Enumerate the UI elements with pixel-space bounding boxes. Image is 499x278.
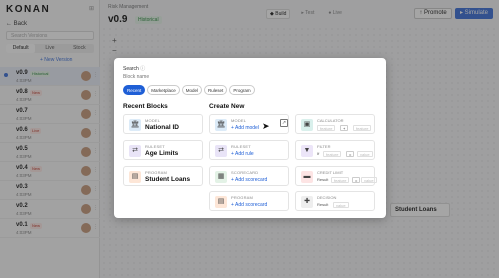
block-name: Student Loans — [145, 176, 191, 183]
recent-blocks-title: Recent Blocks — [123, 103, 168, 110]
block-kind: RULESET — [231, 144, 251, 149]
add-program-link[interactable]: + Add scorecard — [231, 202, 267, 208]
decision-icon: ✚ — [301, 196, 313, 208]
create-new-title: Create New — [209, 103, 245, 110]
create-filter-card[interactable]: ▼ FILTER If feature = value — [295, 140, 375, 160]
create-model-card[interactable]: 🏛 MODEL + Add model — [209, 114, 289, 134]
chip-program[interactable]: Program — [229, 85, 255, 95]
block-kind: PROGRAM — [231, 195, 254, 200]
operator-select[interactable]: + — [340, 125, 349, 131]
program-icon: ▤ — [129, 171, 141, 183]
create-calculator-card[interactable]: ▣ CALCULATOR feature + feature — [295, 114, 375, 134]
chip-ruleset[interactable]: Ruleset — [204, 85, 228, 95]
value-field[interactable]: value — [361, 177, 377, 183]
block-kind: MODEL — [231, 118, 247, 123]
block-kind: RULESET — [145, 144, 165, 149]
create-scorecard-card[interactable]: ▦ SCORECARD + Add scorecard — [209, 166, 289, 186]
create-ruleset-card[interactable]: ⇄ RULESET + Add rule — [209, 140, 289, 160]
add-rule-link[interactable]: + Add rule — [231, 151, 254, 157]
if-label: If — [317, 151, 320, 156]
mouse-cursor-icon: ➤ — [262, 121, 270, 131]
value-field[interactable]: value — [357, 151, 373, 157]
add-block-modal: Search ⓘ Recent Marketplace Model Rulese… — [114, 58, 386, 218]
create-decision-card[interactable]: ✚ DECISION Result value — [295, 191, 375, 211]
block-kind: FILTER — [317, 144, 331, 149]
info-icon: ⓘ — [140, 66, 146, 72]
block-kind: SCORECARD — [231, 170, 259, 175]
block-kind: PROGRAM — [145, 170, 168, 175]
create-program-card[interactable]: ▤ PROGRAM + Add scorecard — [209, 191, 289, 211]
open-external-icon[interactable]: ↗ — [280, 119, 288, 127]
bank-icon: 🏛 — [129, 119, 141, 131]
filter-icon: ▼ — [301, 145, 313, 157]
recent-block-age-limits[interactable]: ⇄ RULESET Age Limits — [123, 140, 203, 160]
ruleset-icon: ⇄ — [129, 145, 141, 157]
block-kind: CALCULATOR — [317, 118, 344, 123]
operator-select[interactable]: = — [352, 177, 361, 183]
program-icon: ▤ — [215, 196, 227, 208]
feature-field[interactable]: feature — [317, 125, 336, 131]
chip-recent[interactable]: Recent — [123, 85, 146, 95]
block-name: Age Limits — [145, 150, 179, 157]
add-model-link[interactable]: + Add model — [231, 125, 259, 131]
credit-icon: ▬ — [301, 171, 313, 183]
value-field[interactable]: value — [333, 202, 349, 208]
feature-field[interactable]: feature — [331, 177, 350, 183]
add-scorecard-link[interactable]: + Add scorecard — [231, 177, 267, 183]
block-kind: MODEL — [145, 118, 161, 123]
block-search-input[interactable] — [123, 73, 273, 81]
create-credit-limit-card[interactable]: ▬ CREDIT LIMIT Result feature = value — [295, 166, 377, 186]
result-label: Result — [317, 202, 329, 207]
filter-chips: Recent Marketplace Model Ruleset Program — [123, 85, 255, 95]
block-kind: CREDIT LIMIT — [317, 170, 344, 175]
chip-marketplace[interactable]: Marketplace — [147, 85, 180, 95]
block-kind: DECISION — [317, 195, 337, 200]
feature-field[interactable]: feature — [353, 125, 372, 131]
scorecard-icon: ▦ — [215, 171, 227, 183]
calculator-icon: ▣ — [301, 119, 313, 131]
search-label-text: Search — [123, 66, 139, 72]
search-label: Search ⓘ — [123, 65, 145, 72]
result-label: Result — [317, 177, 329, 182]
bank-icon: 🏛 — [215, 119, 227, 131]
recent-block-student-loans[interactable]: ▤ PROGRAM Student Loans — [123, 166, 203, 186]
ruleset-icon: ⇄ — [215, 145, 227, 157]
block-name: National ID — [145, 124, 179, 131]
recent-block-national-id[interactable]: 🏛 MODEL National ID — [123, 114, 203, 134]
operator-select[interactable]: = — [346, 151, 355, 157]
feature-field[interactable]: feature — [323, 151, 342, 157]
chip-model[interactable]: Model — [181, 85, 203, 95]
